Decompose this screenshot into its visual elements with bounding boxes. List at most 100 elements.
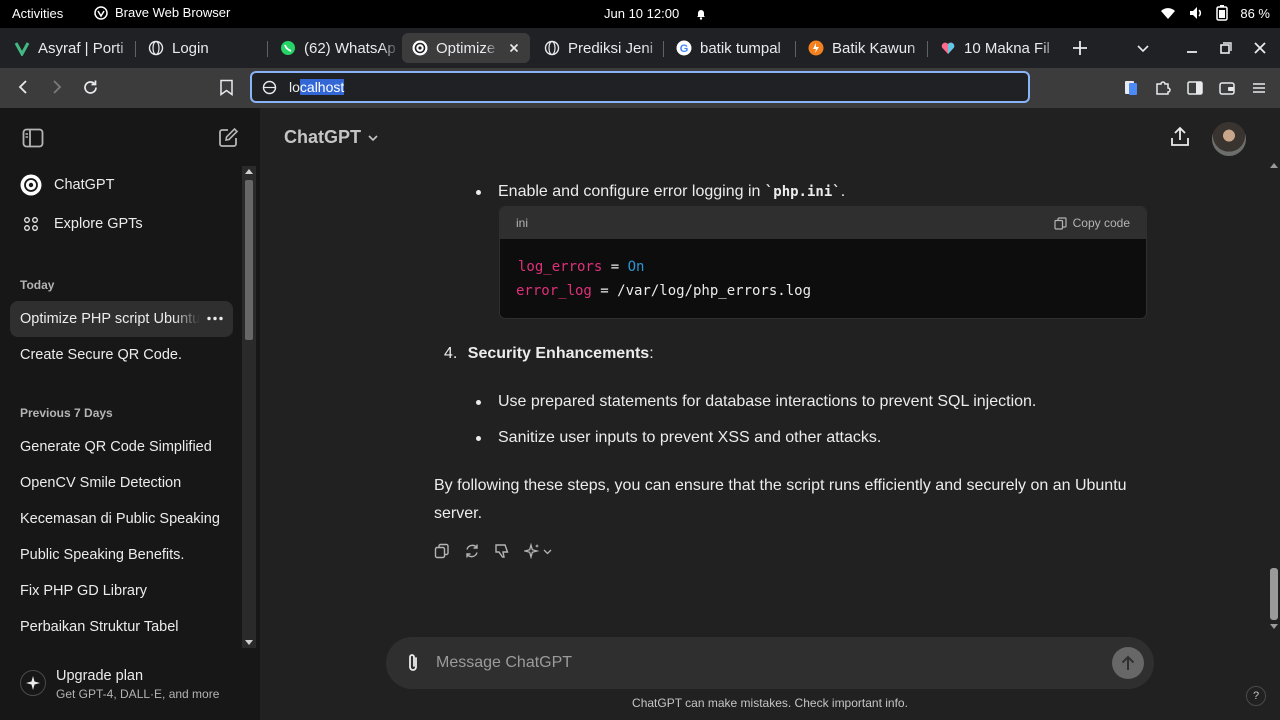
close-tab-icon[interactable] [506, 40, 522, 56]
tab-label: batik tumpal [700, 39, 781, 57]
chat-history-item[interactable]: Fix PHP GD Library [20, 583, 147, 599]
new-chat-edit-icon[interactable] [218, 127, 239, 148]
sidebar-item-explore-gpts[interactable]: Explore GPTs [24, 216, 143, 232]
tab-optimize[interactable]: Optimize [402, 33, 530, 63]
chat-history-item[interactable]: OpenCV Smile Detection [20, 475, 181, 491]
wifi-icon [1160, 6, 1176, 20]
clock[interactable]: Jun 10 12:00 [604, 6, 707, 21]
battery-icon [1216, 5, 1229, 21]
send-button[interactable] [1112, 647, 1144, 679]
bullet-marker [476, 436, 481, 441]
scroll-down-icon[interactable] [245, 640, 253, 646]
chat-history-item[interactable]: Public Speaking Benefits. [20, 547, 184, 563]
step-number: 4. [444, 345, 458, 362]
chat-main: ChatGPT Enable and configure error loggi… [260, 108, 1280, 720]
tab-login[interactable]: Login [138, 33, 268, 63]
chat-history-item[interactable]: Generate QR Code Simplified [20, 439, 212, 455]
wallet-icon[interactable] [1218, 79, 1236, 97]
sidebar-scrollbar[interactable] [242, 166, 256, 648]
code-value: On [627, 259, 645, 275]
thumbs-down-icon[interactable] [494, 543, 510, 559]
code-key: error_log [516, 283, 592, 299]
bookmark-icon[interactable] [219, 79, 234, 96]
tab-strip: Asyraf | Porti Login (62) WhatsAp Optimi… [0, 28, 1280, 68]
brave-shields-icon[interactable] [1122, 79, 1140, 97]
code-language: ini [516, 216, 529, 230]
chatgpt-logo-icon [20, 174, 42, 196]
tab-batik-kawung[interactable]: Batik Kawun [798, 33, 928, 63]
sidebar-item-chatgpt[interactable]: ChatGPT [20, 174, 114, 196]
reload-icon[interactable] [82, 79, 99, 96]
system-top-bar: Activities Brave Web Browser Jun 10 12:0… [0, 0, 1280, 28]
url-bar[interactable]: lo calhost [250, 71, 1030, 103]
help-button[interactable]: ? [1246, 686, 1266, 706]
code-content: log_errors = On error_log = /var/log/php… [500, 239, 1146, 318]
app-menu[interactable]: Brave Web Browser [94, 5, 230, 20]
tab-batik-tumpal[interactable]: G batik tumpal [666, 33, 796, 63]
chat-history-item[interactable]: Create Secure QR Code. [20, 347, 182, 363]
extensions-puzzle-icon[interactable] [1154, 79, 1172, 97]
main-scroll-thumb[interactable] [1270, 568, 1278, 620]
chat-history-item[interactable]: Perbaikan Struktur Tabel [20, 619, 179, 635]
code-op: = [602, 259, 628, 275]
sidebar-scroll-thumb[interactable] [245, 180, 253, 340]
message-input[interactable] [436, 654, 1076, 672]
close-sidebar-icon[interactable] [22, 128, 44, 148]
whatsapp-icon [280, 40, 296, 56]
chat-history-item-active[interactable]: Optimize PHP script Ubuntu [10, 301, 233, 337]
more-options-icon[interactable] [207, 316, 223, 321]
arrow-up-icon [1121, 655, 1135, 671]
user-avatar[interactable] [1212, 122, 1246, 156]
bullet-marker [476, 400, 481, 405]
share-upload-icon[interactable] [1170, 126, 1190, 148]
menu-hamburger-icon[interactable] [1250, 79, 1268, 97]
chat-history-item[interactable]: Kecemasan di Public Speaking [20, 511, 220, 527]
brave-logo-icon [94, 5, 108, 20]
tab-10-makna[interactable]: 10 Makna Fil [930, 33, 1060, 63]
sidebar-toggle-icon[interactable] [1186, 79, 1204, 97]
site-info-globe-icon[interactable] [262, 80, 277, 95]
tab-label: Optimize [436, 39, 496, 57]
tab-whatsapp[interactable]: (62) WhatsAp [270, 33, 400, 63]
regenerate-icon[interactable] [464, 543, 480, 559]
model-selector[interactable]: ChatGPT [284, 127, 379, 148]
clock-text: Jun 10 12:00 [604, 6, 680, 21]
message-composer [386, 637, 1154, 689]
scroll-up-icon[interactable] [245, 168, 253, 174]
bullet-item: Use prepared statements for database int… [498, 393, 1037, 410]
close-window-icon[interactable] [1254, 42, 1266, 54]
sidebar-item-label: ChatGPT [54, 177, 115, 193]
copy-code-button[interactable]: Copy code [1054, 216, 1130, 230]
activities-button[interactable]: Activities [12, 6, 63, 21]
tab-label: Login [172, 39, 209, 57]
change-model-sparkle-icon[interactable] [524, 543, 552, 559]
code-block-header: ini Copy code [500, 207, 1146, 239]
code-key: log_errors [518, 259, 603, 275]
tab-portfolio[interactable]: Asyraf | Porti [4, 33, 136, 63]
scroll-down-icon[interactable] [1270, 624, 1278, 630]
upgrade-plan-button[interactable]: Upgrade plan Get GPT-4, DALL·E, and more [20, 666, 240, 706]
minimize-icon[interactable] [1186, 42, 1198, 54]
tab-list-chevron-down-icon[interactable] [1136, 41, 1150, 55]
copy-message-icon[interactable] [434, 543, 450, 559]
conclusion-line: server. [434, 505, 483, 522]
tab-label: Prediksi Jeni [568, 39, 654, 57]
app-name: Brave Web Browser [115, 5, 231, 20]
forward-arrow-icon[interactable] [49, 79, 65, 95]
section-heading-today: Today [20, 278, 55, 292]
copy-code-label: Copy code [1072, 216, 1130, 230]
back-arrow-icon[interactable] [15, 79, 31, 95]
disclaimer: ChatGPT can make mistakes. Check importa… [632, 696, 908, 710]
tab-prediksi[interactable]: Prediksi Jeni [534, 33, 664, 63]
code-block: ini Copy code log_errors = On error_log … [499, 206, 1147, 319]
message-actions [434, 543, 552, 559]
orange-logo-icon [808, 40, 824, 56]
bullet-text: . [840, 183, 846, 200]
tab-label: Asyraf | Porti [38, 39, 124, 57]
scroll-up-icon[interactable] [1270, 162, 1278, 168]
new-tab-plus-icon[interactable] [1070, 38, 1090, 58]
restore-icon[interactable] [1220, 42, 1232, 54]
attach-paperclip-icon[interactable] [404, 653, 422, 673]
system-tray[interactable]: 86 % [1160, 5, 1270, 21]
main-scrollbar[interactable] [1268, 163, 1280, 630]
